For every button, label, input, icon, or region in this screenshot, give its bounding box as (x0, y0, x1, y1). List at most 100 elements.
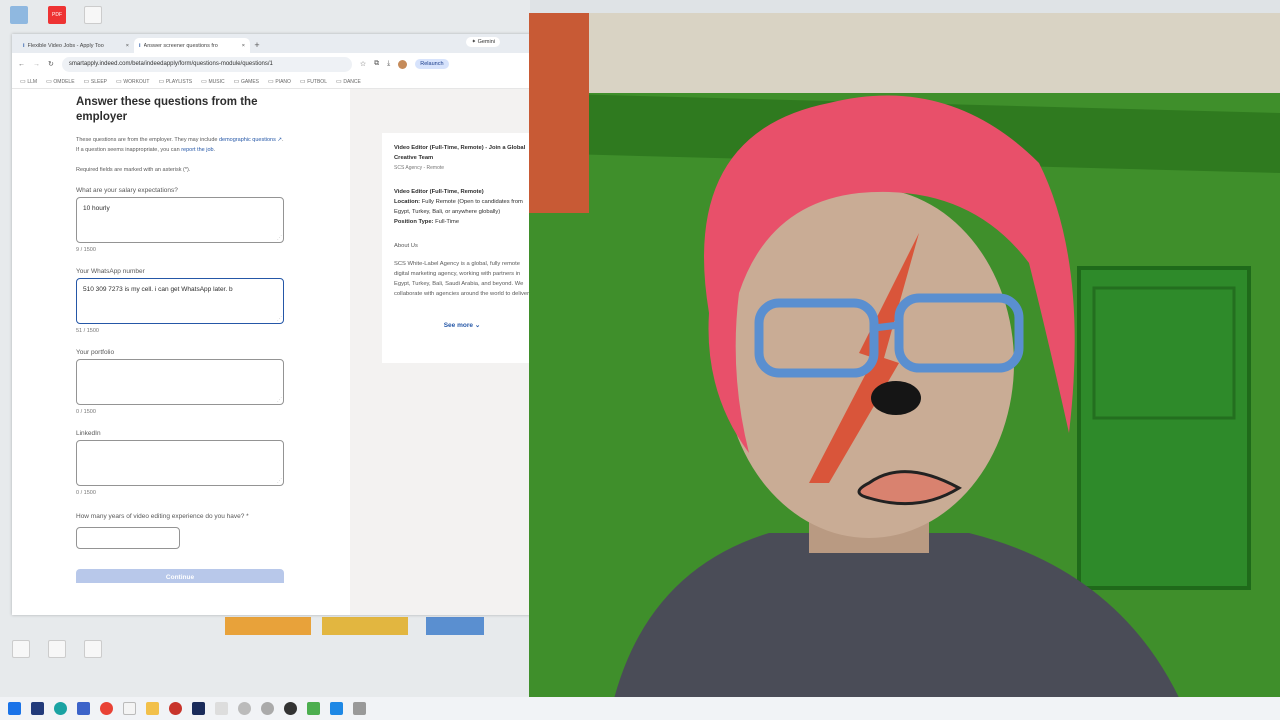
char-counter: 51 / 1500 (76, 328, 99, 334)
painted-nose (871, 381, 921, 415)
ceiling (529, 13, 1280, 93)
bookmark-folder[interactable]: SLEEP (84, 78, 107, 85)
tab-bar: i Flexible Video Jobs - Apply Too × i An… (12, 34, 530, 53)
gemini-button[interactable]: ✦ Gemini (466, 37, 500, 47)
position-value: Full-Time (435, 219, 460, 225)
years-experience-input[interactable] (76, 527, 180, 549)
whatsapp-number-field[interactable]: 510 309 7273 is my cell. i can get Whats… (76, 278, 284, 324)
job-title: Video Editor (Full-Time, Remote) - Join … (394, 145, 526, 161)
new-tab-button[interactable]: + (250, 38, 264, 53)
job-heading: Video Editor (Full-Time, Remote) (394, 189, 484, 195)
star-icon[interactable]: ☆ (360, 60, 366, 68)
close-icon[interactable]: × (126, 43, 129, 49)
close-icon[interactable]: × (242, 43, 245, 49)
tab-title: Flexible Video Jobs - Apply Too (27, 42, 104, 49)
relaunch-button[interactable]: Relaunch (415, 59, 449, 69)
char-counter: 0 / 1500 (76, 490, 96, 496)
app-icon[interactable] (215, 702, 228, 715)
portfolio-field[interactable]: ⋰ (76, 359, 284, 405)
app-icon[interactable] (31, 702, 44, 715)
linkedin-field[interactable]: ⋰ (76, 440, 284, 486)
glasses-bridge (873, 321, 900, 332)
extensions-icon[interactable]: ⧉ (374, 60, 379, 68)
chevron-down-icon: ⌄ (474, 322, 481, 329)
app-icon[interactable] (238, 702, 251, 715)
question-label: Your portfolio (76, 349, 115, 356)
position-label: Position Type: (394, 219, 434, 225)
file-explorer-icon[interactable] (146, 702, 159, 715)
bookmarks-bar: LLM OMDELE SLEEP WORKOUT PLAYLISTS MUSIC… (12, 75, 530, 89)
about-heading: About Us (394, 243, 418, 249)
webcam-image (529, 13, 1280, 720)
question-label: LinkedIn (76, 430, 101, 437)
app-icon[interactable] (77, 702, 90, 715)
location-label: Location: (394, 199, 421, 205)
door-frame (529, 13, 589, 213)
app-icon[interactable] (261, 702, 274, 715)
url-field[interactable]: smartapply.indeed.com/beta/indeedapply/f… (61, 56, 352, 72)
desktop-file-icon[interactable] (40, 640, 74, 660)
page-title: Answer these questions from the employer (76, 96, 258, 123)
position-type: Position Type: Full-Time (394, 217, 530, 227)
pdf-file-icon[interactable]: PDF (40, 6, 74, 26)
bookmark-folder[interactable]: OMDELE (46, 78, 74, 85)
browser-window: i Flexible Video Jobs - Apply Too × i An… (12, 34, 530, 615)
resize-handle-icon[interactable]: ⋰ (277, 478, 282, 484)
app-icon[interactable] (330, 702, 343, 715)
resize-handle-icon[interactable]: ⋰ (277, 235, 282, 241)
recycle-bin-icon[interactable] (2, 6, 36, 26)
taskbar (0, 697, 1280, 720)
demographic-questions-link[interactable]: demographic questions (219, 137, 276, 143)
bookmark-folder[interactable]: PLAYLISTS (158, 78, 192, 85)
indeed-icon: i (23, 42, 25, 49)
report-job-link[interactable]: report the job (181, 147, 213, 153)
bookmark-folder[interactable]: DANCE (336, 78, 361, 85)
about-text: SCS White-Label Agency is a global, full… (394, 261, 530, 297)
chrome-icon[interactable] (100, 702, 113, 715)
thumbnail (322, 617, 408, 635)
bookmark-folder[interactable]: MUSIC (201, 78, 224, 85)
document-file-icon[interactable] (76, 6, 110, 26)
see-more-button[interactable]: See more ⌄ (394, 321, 530, 331)
thumbnail (426, 617, 484, 635)
see-more-label: See more (443, 322, 473, 329)
address-bar: ← → ↻ smartapply.indeed.com/beta/indeeda… (12, 53, 530, 75)
job-card: Video Editor (Full-Time, Remote) - Join … (382, 133, 530, 363)
gemini-label: Gemini (477, 39, 495, 45)
back-icon[interactable]: ← (18, 61, 25, 68)
edge-icon[interactable] (54, 702, 67, 715)
job-details-pane: Video Editor (Full-Time, Remote) - Join … (350, 89, 530, 615)
salary-expectations-field[interactable]: 10 hourly ⋰ (76, 197, 284, 243)
start-icon[interactable] (8, 702, 21, 715)
required-note: Required fields are marked with an aster… (76, 167, 191, 173)
resize-handle-icon[interactable]: ⋰ (277, 316, 282, 322)
app-icon[interactable] (284, 702, 297, 715)
desktop-file-icon[interactable] (76, 640, 110, 660)
bookmark-folder[interactable]: FUTBOL (300, 78, 327, 85)
avatar[interactable] (398, 59, 408, 69)
bookmark-folder[interactable]: WORKOUT (116, 78, 149, 85)
questions-form: Answer these questions from the employer… (76, 95, 336, 583)
tab-answer-screener[interactable]: i Answer screener questions fro × (134, 38, 250, 53)
thumbnail (225, 617, 311, 635)
photoshop-icon[interactable] (192, 702, 205, 715)
reload-icon[interactable]: ↻ (48, 60, 54, 68)
resize-handle-icon[interactable]: ⋰ (277, 397, 282, 403)
forward-icon[interactable]: → (33, 61, 40, 68)
download-icon[interactable]: ⤓ (387, 60, 390, 68)
background-window-strip (0, 615, 530, 637)
file-icon[interactable] (123, 702, 136, 715)
continue-button[interactable]: Continue (76, 569, 284, 583)
app-icon[interactable] (307, 702, 320, 715)
question-label: What are your salary expectations? (76, 187, 178, 194)
tab-flexible-video-jobs[interactable]: i Flexible Video Jobs - Apply Too × (18, 38, 134, 53)
field-value: 510 309 7273 is my cell. i can get Whats… (83, 286, 233, 293)
app-icon[interactable] (353, 702, 366, 715)
intro-line: These questions are from the employer. T… (76, 137, 218, 143)
bookmark-folder[interactable]: LLM (20, 78, 37, 85)
bookmark-folder[interactable]: PIANO (268, 78, 291, 85)
desktop-file-icon[interactable] (4, 640, 38, 660)
question-label: How many years of video editing experien… (76, 513, 249, 520)
app-icon[interactable] (169, 702, 182, 715)
bookmark-folder[interactable]: GAMES (234, 78, 259, 85)
